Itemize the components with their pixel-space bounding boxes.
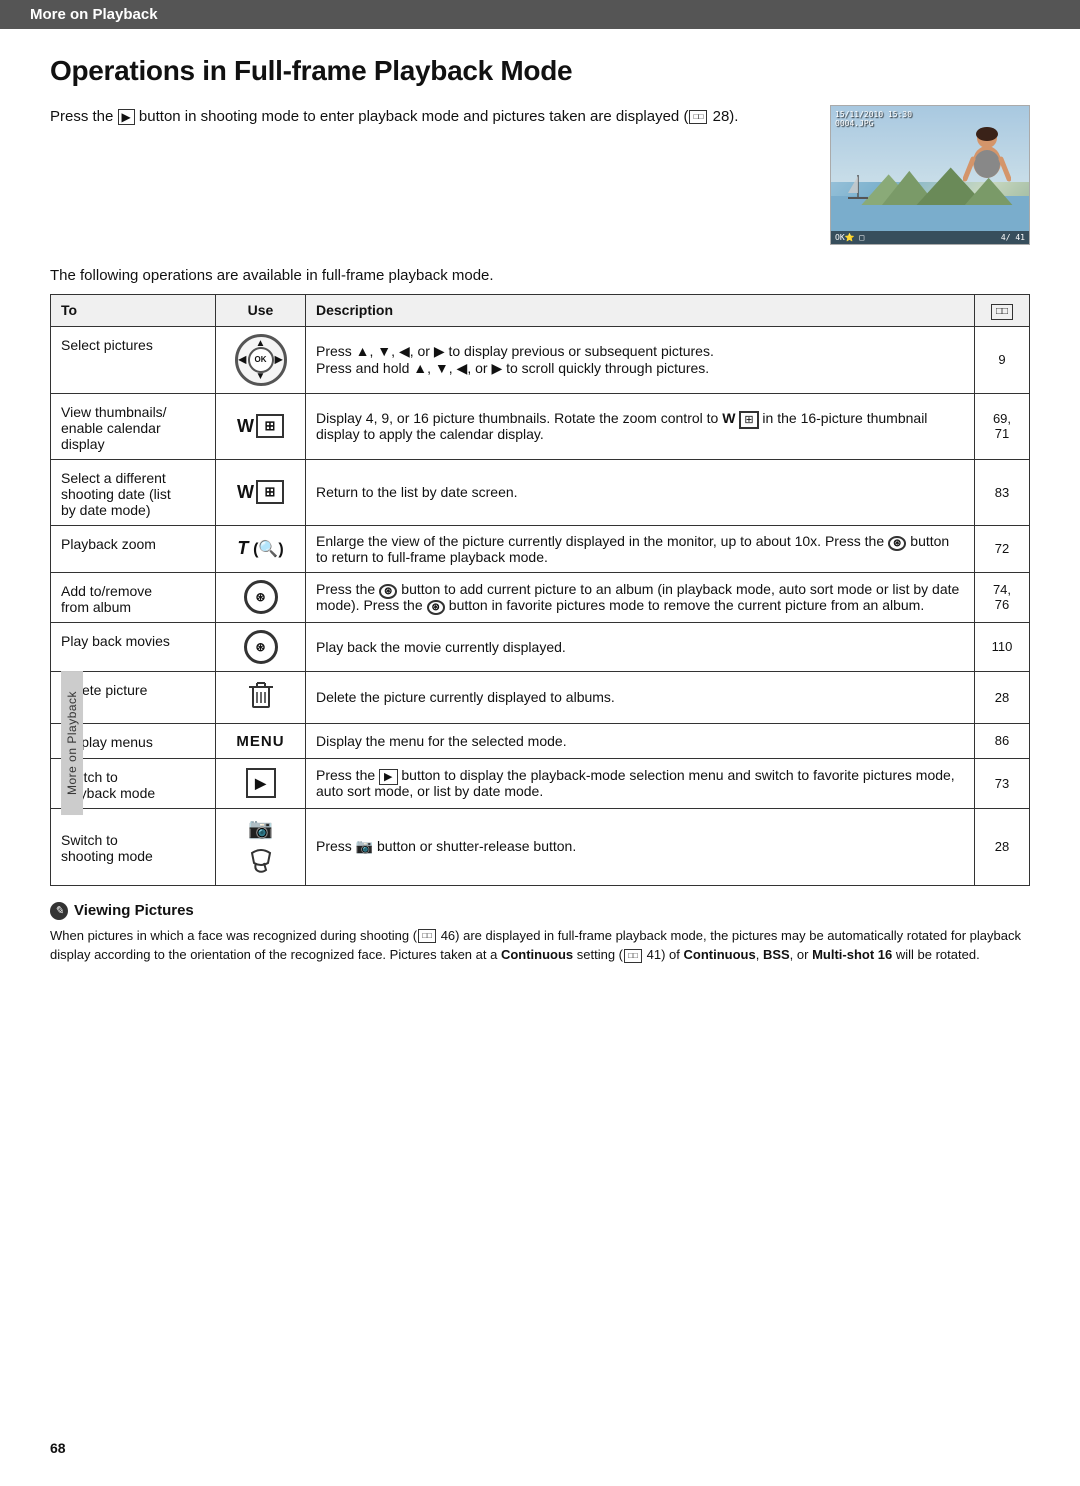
row-use: ▶: [216, 758, 306, 808]
row-use: T (🔍): [216, 525, 306, 572]
ok-circle-icon-2: ⊛: [244, 630, 278, 664]
table-row: Switch toshooting mode 📷 Press 📷 button …: [51, 808, 1030, 843]
row-to: Play back movies: [51, 622, 216, 671]
row-use: ▲ ▼ ◀ ▶ OK: [216, 326, 306, 393]
row-description: Return to the list by date screen.: [306, 459, 975, 525]
camera-preview-image: 15/11/2010 15:30 0004.JPG OK⭐ □ 4/ 41: [830, 105, 1030, 245]
camera-icon: 📷: [248, 818, 273, 840]
preview-date: 15/11/2010 15:30: [835, 110, 912, 119]
row-use: MENU: [216, 723, 306, 758]
col-header-to: To: [51, 295, 216, 327]
table-row: Select pictures ▲ ▼ ◀ ▶ OK Press ▲, ▼, ◀…: [51, 326, 1030, 393]
w-bracket-icon-2: W ⊞: [237, 480, 284, 504]
row-description: Display the menu for the selected mode.: [306, 723, 975, 758]
t-q-icon: T: [237, 538, 248, 558]
page-title: Operations in Full-frame Playback Mode: [50, 55, 1030, 87]
row-ref: 69, 71: [975, 393, 1030, 459]
col-header-use: Use: [216, 295, 306, 327]
trash-icon: [226, 679, 295, 716]
row-to: Add to/removefrom album: [51, 572, 216, 622]
note-icon: ✎: [50, 902, 68, 920]
row-description: Press 📷 button or shutter-release button…: [306, 808, 975, 885]
row-to: Select pictures: [51, 326, 216, 393]
row-to: View thumbnails/enable calendardisplay: [51, 393, 216, 459]
section-header: More on Playback: [0, 0, 1080, 29]
preview-counter: 4/ 41: [1001, 233, 1025, 242]
row-use: [216, 671, 306, 723]
note-title: Viewing Pictures: [74, 902, 194, 919]
row-use: W ⊞: [216, 393, 306, 459]
table-row: Add to/removefrom album ⊛ Press the ⊛ bu…: [51, 572, 1030, 622]
row-use: ⊛: [216, 572, 306, 622]
row-ref: 28: [975, 808, 1030, 885]
selector-ok-icon: ▲ ▼ ◀ ▶ OK: [235, 334, 287, 386]
note-text: When pictures in which a face was recogn…: [50, 926, 1030, 965]
table-row: Switch toplayback mode ▶ Press the ▶ but…: [51, 758, 1030, 808]
row-use: ⊛: [216, 622, 306, 671]
table-row: Playback zoom T (🔍) Enlarge the view of …: [51, 525, 1030, 572]
preview-icons: OK⭐ □: [835, 233, 864, 242]
table-row: Play back movies ⊛ Play back the movie c…: [51, 622, 1030, 671]
col-header-description: Description: [306, 295, 975, 327]
magnify-icon: (🔍): [253, 541, 284, 558]
row-use: W ⊞: [216, 459, 306, 525]
row-ref: 73: [975, 758, 1030, 808]
intro-text: Press the ▶ button in shooting mode to e…: [50, 105, 800, 129]
row-to: Switch toshooting mode: [51, 808, 216, 885]
row-ref: 110: [975, 622, 1030, 671]
row-ref: 83: [975, 459, 1030, 525]
play-button-icon: ▶: [246, 768, 276, 798]
row-ref: 9: [975, 326, 1030, 393]
table-intro-text: The following operations are available i…: [50, 267, 1030, 284]
book-icon: □□: [689, 110, 707, 124]
table-row: Select a differentshooting date (listby …: [51, 459, 1030, 525]
sidebar-label: More on Playback: [61, 671, 83, 815]
shutter-icon: [226, 845, 295, 878]
w-bracket-icon: W ⊞: [237, 414, 284, 438]
row-description: Press ▲, ▼, ◀, or ▶ to display previous …: [306, 326, 975, 393]
row-description: Enlarge the view of the picture currentl…: [306, 525, 975, 572]
row-ref: 72: [975, 525, 1030, 572]
note-section: ✎ Viewing Pictures When pictures in whic…: [50, 902, 1030, 965]
row-description: Press the ⊛ button to add current pictur…: [306, 572, 975, 622]
preview-filename: 0004.JPG: [835, 119, 912, 128]
table-row: View thumbnails/enable calendardisplay W…: [51, 393, 1030, 459]
row-to: Select a differentshooting date (listby …: [51, 459, 216, 525]
page-number: 68: [50, 1440, 66, 1456]
row-description: Play back the movie currently displayed.: [306, 622, 975, 671]
intro-section: Press the ▶ button in shooting mode to e…: [50, 105, 1030, 245]
table-row: Delete picture: [51, 671, 1030, 723]
row-ref: 86: [975, 723, 1030, 758]
operations-table: To Use Description □□ Select pictures ▲ …: [50, 294, 1030, 886]
row-to: Playback zoom: [51, 525, 216, 572]
row-use: 📷: [216, 808, 306, 843]
row-ref: 74, 76: [975, 572, 1030, 622]
row-use-2: [216, 843, 306, 886]
menu-text-icon: MENU: [236, 733, 284, 750]
table-row: Display menus MENU Display the menu for …: [51, 723, 1030, 758]
row-ref: 28: [975, 671, 1030, 723]
row-description: Press the ▶ button to display the playba…: [306, 758, 975, 808]
row-description: Delete the picture currently displayed t…: [306, 671, 975, 723]
ok-circle-icon: ⊛: [244, 580, 278, 614]
col-header-ref: □□: [975, 295, 1030, 327]
row-description: Display 4, 9, or 16 picture thumbnails. …: [306, 393, 975, 459]
